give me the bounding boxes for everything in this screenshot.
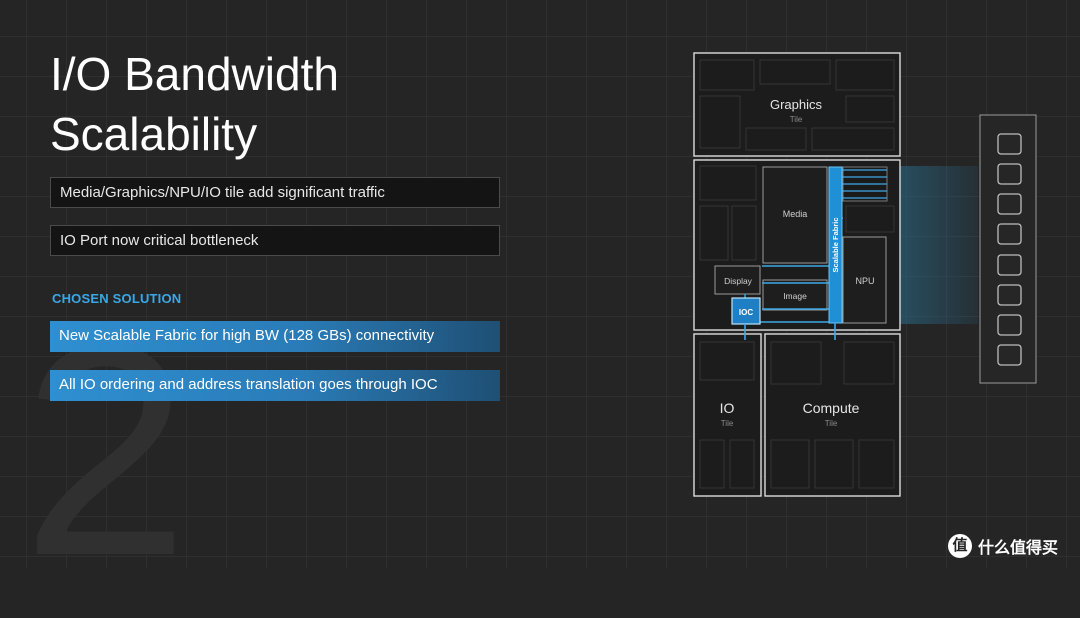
soc-tile bbox=[693, 159, 901, 331]
memory-bandwidth-beam bbox=[900, 166, 978, 324]
graphics-tile-sub: Tile bbox=[790, 115, 803, 124]
compute-tile-label: Compute bbox=[803, 400, 860, 416]
npu-label: NPU bbox=[855, 276, 874, 286]
io-tile-label: IO bbox=[720, 400, 735, 416]
scalable-fabric-label: Scalable Fabric bbox=[831, 217, 840, 272]
image-label: Image bbox=[783, 291, 807, 301]
ioc-label: IOC bbox=[739, 308, 753, 317]
watermark-logo-icon: 值 bbox=[948, 534, 972, 558]
graphics-tile-label: Graphics bbox=[770, 97, 823, 112]
memory-module-icon bbox=[979, 114, 1037, 384]
watermark-text: 什么值得买 bbox=[978, 540, 1059, 557]
media-label: Media bbox=[783, 209, 808, 219]
compute-tile-sub: Tile bbox=[825, 419, 838, 428]
watermark: 值 什么值得买 bbox=[948, 532, 1058, 560]
io-tile-sub: Tile bbox=[721, 419, 734, 428]
display-label: Display bbox=[724, 276, 753, 286]
soc-diagram: Graphics Tile Media NPU Display Image IO… bbox=[693, 52, 1037, 497]
